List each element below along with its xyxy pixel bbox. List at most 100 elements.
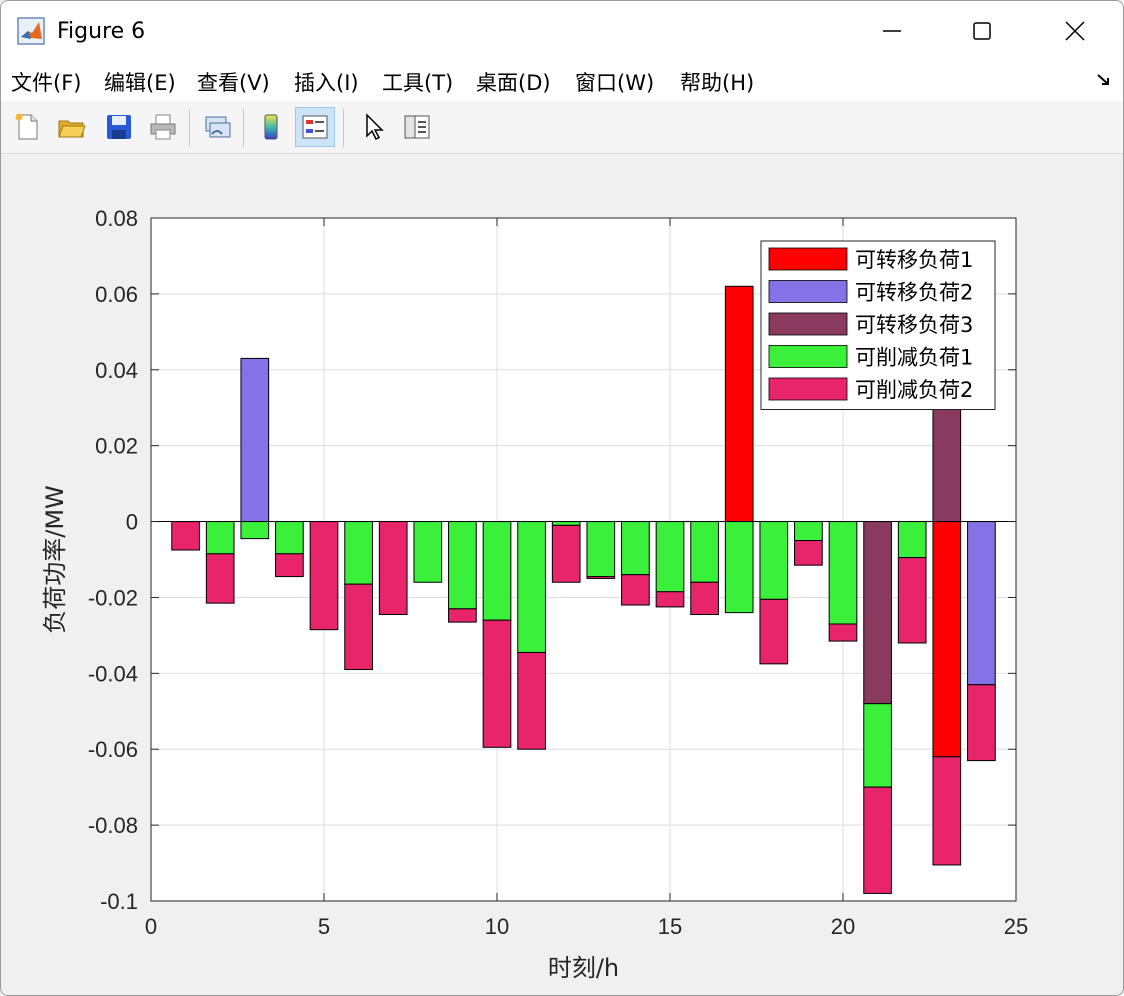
- menu-file[interactable]: 文件(F): [11, 67, 81, 97]
- bar-series5-h7: [378, 521, 408, 616]
- bar-series5-h15: [655, 591, 685, 608]
- x-axis-label: 时刻/h: [548, 954, 619, 982]
- dock-arrow-icon[interactable]: [1095, 71, 1113, 89]
- bar-series5-h24: [967, 684, 996, 762]
- legend-swatch: [768, 280, 848, 303]
- y-tick-label: 0.06: [95, 282, 138, 307]
- bar-series5-h23: [932, 756, 962, 866]
- colorbar-icon: [264, 114, 278, 140]
- y-tick-label: -0.04: [88, 661, 138, 686]
- legend-label: 可转移负荷2: [855, 281, 973, 305]
- menu-help[interactable]: 帮助(H): [680, 67, 754, 97]
- menu-insert[interactable]: 插入(I): [294, 67, 359, 97]
- bar-series4-h19: [794, 521, 823, 542]
- bar-series1-h23: [932, 521, 962, 758]
- save-icon: [107, 115, 131, 139]
- bar-series4-h3: [240, 521, 270, 540]
- print-button[interactable]: [143, 107, 183, 147]
- save-button[interactable]: [99, 107, 139, 147]
- menu-view[interactable]: 查看(V): [197, 67, 270, 97]
- legend-label: 可转移负荷1: [855, 248, 973, 272]
- bar-series4-h12: [551, 521, 581, 526]
- toolbar-separator: [189, 109, 190, 147]
- y-tick-label: 0.08: [95, 206, 138, 231]
- y-tick-label: -0.1: [100, 889, 138, 914]
- bar-series5-h22: [897, 557, 927, 644]
- bar-series5-h10: [482, 619, 512, 748]
- close-button[interactable]: [1052, 9, 1098, 53]
- x-tick-label: 10: [485, 914, 509, 939]
- x-tick-label: 20: [831, 914, 855, 939]
- menu-edit[interactable]: 编辑(E): [104, 67, 176, 97]
- bar-series4-h16: [690, 521, 719, 583]
- menu-window[interactable]: 窗口(W): [575, 67, 654, 97]
- y-tick-label: 0.04: [95, 358, 138, 383]
- x-tick-label: 15: [658, 914, 682, 939]
- y-tick-label: -0.06: [88, 737, 138, 762]
- bar-series5-h19: [794, 540, 823, 566]
- legend-icon: [302, 115, 328, 139]
- x-tick-label: 25: [1004, 914, 1028, 939]
- bar-series4-h9: [448, 521, 477, 610]
- y-tick-label: -0.08: [88, 813, 138, 838]
- bar-series5-h21: [863, 786, 892, 894]
- toolbar-separator: [243, 109, 244, 147]
- legend-label: 可削减负荷2: [855, 378, 973, 402]
- bar-series4-h10: [482, 521, 512, 621]
- toolbar-separator: [343, 109, 344, 147]
- bar-series5-h14: [621, 574, 650, 606]
- maximize-button[interactable]: [959, 9, 1005, 53]
- bar-series4-h8: [413, 521, 443, 583]
- property-inspector-button[interactable]: [397, 107, 437, 147]
- title-bar: Figure 6: [1, 1, 1123, 63]
- bar-series4-h11: [517, 521, 546, 653]
- bar-series5-h18: [759, 598, 789, 665]
- bar-series4-h14: [621, 521, 650, 576]
- bar-series5-h13: [586, 576, 616, 579]
- legend-button[interactable]: [295, 107, 335, 147]
- menu-desktop[interactable]: 桌面(D): [476, 67, 551, 97]
- bar-series4-h18: [759, 521, 789, 600]
- menu-tools[interactable]: 工具(T): [382, 67, 453, 97]
- bar-series4-h21: [863, 703, 892, 788]
- bar-series4-h17: [724, 521, 754, 614]
- bar-series5-h11: [517, 651, 546, 750]
- legend-label: 可转移负荷3: [855, 313, 973, 337]
- pointer-icon: [366, 113, 384, 141]
- bar-series5-h12: [551, 524, 581, 583]
- legend-swatch: [768, 377, 848, 401]
- bar-series4-h2: [205, 521, 235, 555]
- new-figure-icon: [15, 113, 38, 140]
- bar-series5-h5: [309, 521, 339, 631]
- property-inspector-icon: [404, 115, 430, 139]
- maximize-icon: [973, 22, 991, 40]
- legend-swatch: [768, 345, 848, 368]
- colorbar-button[interactable]: [251, 107, 291, 147]
- bar-series2-h3: [240, 357, 270, 523]
- link-plot-button[interactable]: [197, 107, 237, 147]
- minimize-button[interactable]: [869, 9, 915, 53]
- bar-series4-h20: [828, 521, 858, 625]
- x-tick-label: 5: [318, 914, 330, 939]
- bar-chart: 0 5 10 15 20 25 0.08 0.06 0.04 0.02 0 -0.02 -0.04 -0.…: [41, 206, 1028, 982]
- legend-swatch: [768, 247, 848, 271]
- bar-series4-h15: [655, 521, 685, 593]
- x-tick-label: 0: [145, 914, 157, 939]
- bar-series5-h2: [205, 553, 235, 604]
- bar-series5-h1: [171, 521, 200, 551]
- bar-series4-h22: [897, 521, 927, 559]
- bar-series5-h6: [344, 583, 373, 671]
- new-figure-button[interactable]: [7, 107, 47, 147]
- y-tick-label: 0.02: [95, 434, 138, 459]
- open-button[interactable]: [51, 107, 91, 147]
- open-icon: [58, 120, 86, 138]
- y-axis-label: 负荷功率/MW: [41, 485, 69, 634]
- bar-series4-h6: [344, 521, 373, 585]
- bar-series5-h9: [448, 608, 477, 623]
- matlab-logo-icon: [17, 17, 45, 45]
- pointer-button[interactable]: [353, 107, 393, 147]
- bar-series1-h17: [724, 285, 754, 523]
- bar-series3-h21: [863, 521, 892, 705]
- print-icon: [150, 114, 176, 140]
- legend-label: 可削减负荷1: [855, 346, 973, 370]
